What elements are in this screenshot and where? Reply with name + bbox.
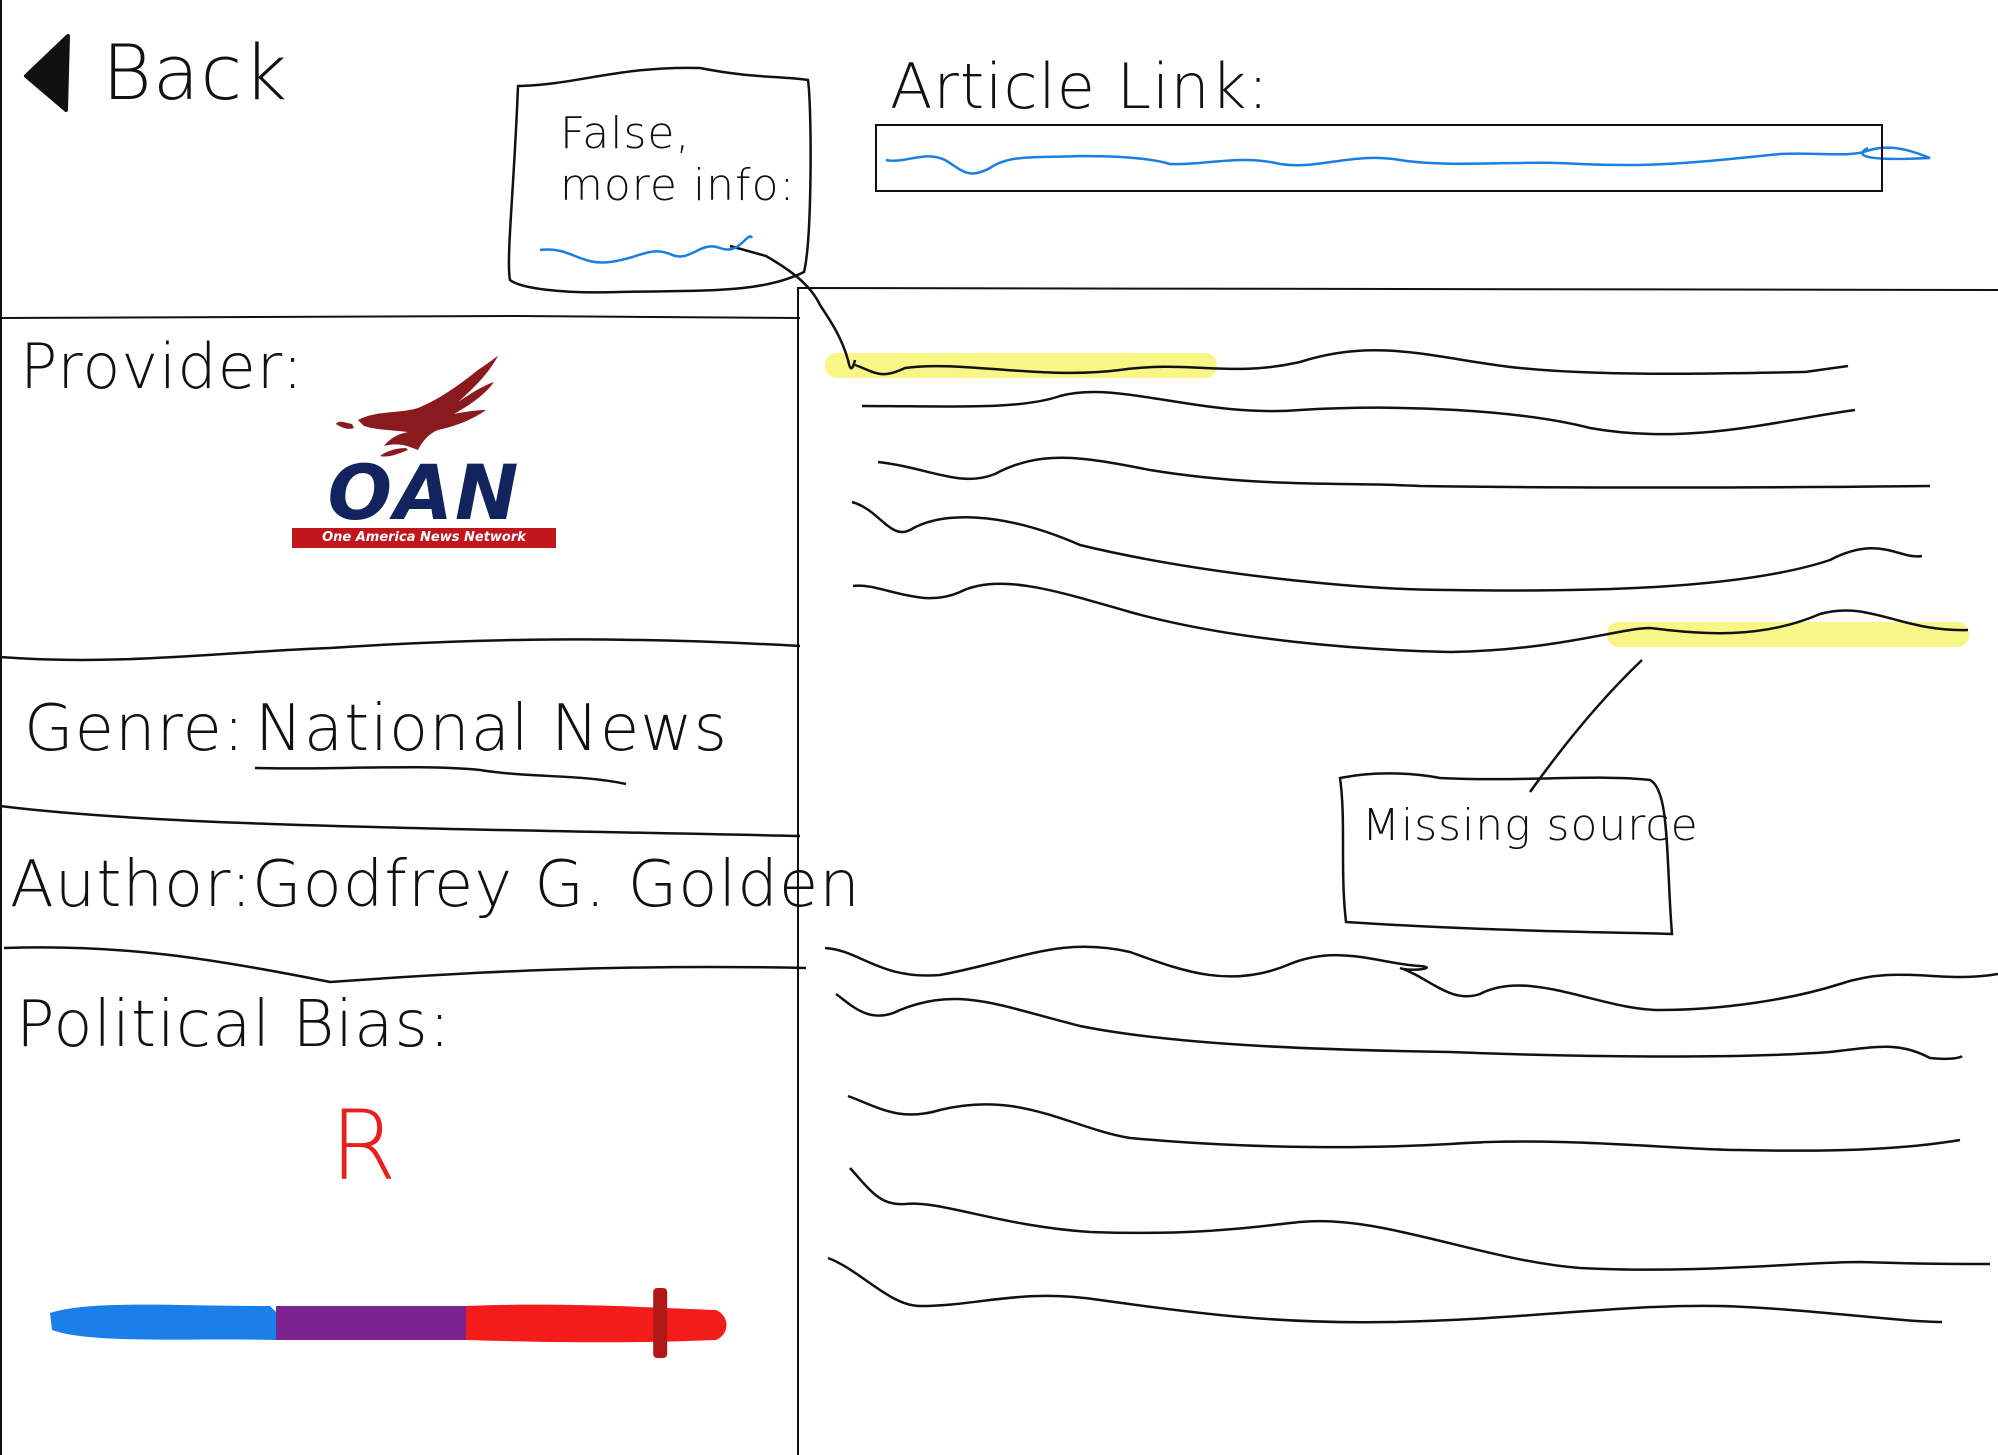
bias-scale-marker <box>653 1288 668 1358</box>
back-button[interactable]: Back <box>20 28 288 117</box>
genre-value[interactable]: National News <box>255 692 728 766</box>
provider-logo: OAN One America News Network <box>288 350 560 550</box>
bias-scale-right <box>466 1304 727 1343</box>
missing-source-callout <box>1338 772 1674 936</box>
back-label: Back <box>102 28 289 117</box>
false-info-callout-text[interactable]: False, more info: <box>560 108 810 212</box>
article-text-bottom <box>824 945 1998 1324</box>
author-value: Godfrey G. Golden <box>252 848 861 922</box>
article-link-label: Article Link: <box>890 50 1270 123</box>
bias-scale-left <box>50 1304 276 1340</box>
back-arrow-icon <box>24 33 70 112</box>
political-bias-scale <box>50 1288 727 1358</box>
provider-logo-wordmark: OAN <box>327 448 521 537</box>
author-label: Author: <box>10 848 253 922</box>
provider-label: Provider: <box>20 330 305 403</box>
provider-logo-tagline: One America News Network <box>292 528 556 548</box>
political-bias-rating: R <box>330 1090 398 1202</box>
false-info-link <box>539 235 754 264</box>
genre-label: Genre: <box>24 692 246 766</box>
eagle-icon <box>336 355 499 457</box>
article-text-top <box>851 349 1969 654</box>
article-link-field[interactable] <box>875 124 1883 192</box>
political-bias-label: Political Bias: <box>16 988 452 1062</box>
missing-source-callout-text[interactable]: Missing source <box>1362 800 1699 851</box>
bias-scale-center <box>276 1306 466 1340</box>
